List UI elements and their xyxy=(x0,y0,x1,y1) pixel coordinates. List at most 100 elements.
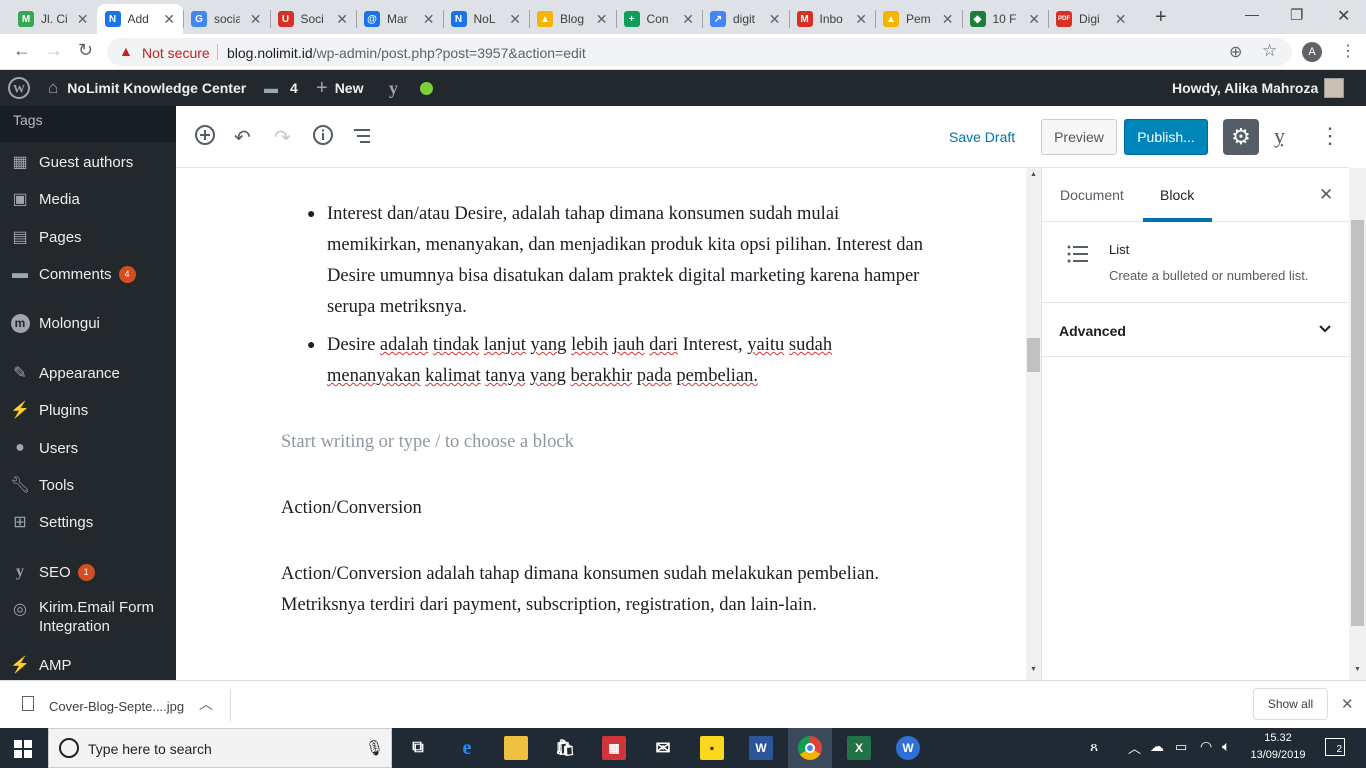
chevron-up-icon[interactable]: ︿ xyxy=(1128,738,1141,757)
sidebar-item-plugins[interactable]: ⚡ Plugins xyxy=(0,398,176,422)
taskbar-search-box[interactable]: Type here to search 🎙︎ xyxy=(48,728,392,768)
comments-link[interactable]: ▬ 4 xyxy=(264,70,298,106)
paragraph-block[interactable]: Action/Conversion adalah tahap dimana ko… xyxy=(281,559,931,621)
redo-icon[interactable]: ↷ xyxy=(274,125,291,150)
tab-close-icon[interactable]: ✕ xyxy=(77,11,89,28)
people-icon[interactable]: ጸ xyxy=(1090,738,1098,755)
scroll-up-icon[interactable]: ▲ xyxy=(1030,171,1037,178)
browser-tab[interactable]: Gsocia ✕ xyxy=(183,4,270,34)
close-icon[interactable]: ✕ xyxy=(1341,695,1354,713)
reload-icon[interactable]: ↻ xyxy=(78,40,93,61)
yoast-icon[interactable]: ỵ xyxy=(1274,123,1285,149)
browser-tab[interactable]: ↗ digit ✕ xyxy=(702,4,789,34)
sidebar-item-tags[interactable]: Tags xyxy=(0,110,176,130)
minimize-button[interactable]: — xyxy=(1245,6,1259,22)
scroll-down-icon[interactable]: ▼ xyxy=(1354,666,1361,673)
windows-start-icon[interactable] xyxy=(14,740,32,763)
sidebar-item-kirim-email[interactable]: ◎ Kirim.Email Form Integration xyxy=(0,598,176,640)
sidebar-item-seo[interactable]: y SEO 1 xyxy=(0,560,176,584)
tab-close-icon[interactable]: ✕ xyxy=(682,11,694,28)
chrome-icon[interactable] xyxy=(798,736,822,760)
new-content-link[interactable]: + New xyxy=(316,70,363,106)
gift-icon[interactable]: ▦ xyxy=(602,736,626,760)
site-name-link[interactable]: ⌂ NoLimit Knowledge Center xyxy=(48,70,246,106)
sidebar-item-guest-authors[interactable]: ▦ Guest authors xyxy=(0,150,176,174)
word-icon[interactable]: W xyxy=(749,736,773,760)
store-icon[interactable]: 🛍︎ xyxy=(553,736,577,760)
mail-icon[interactable]: ✉ xyxy=(651,736,675,760)
publish-button[interactable]: Publish... xyxy=(1124,119,1208,155)
sidebar-item-media[interactable]: ▣ Media xyxy=(0,187,176,211)
browser-tab[interactable]: U Soci ✕ xyxy=(270,4,357,34)
clock-date[interactable]: 13/09/2019 xyxy=(1248,749,1308,761)
tab-close-icon[interactable]: ✕ xyxy=(1028,11,1040,28)
wps-icon[interactable]: W xyxy=(896,736,920,760)
tab-close-icon[interactable]: ✕ xyxy=(769,11,781,28)
block-placeholder[interactable]: Start writing or type / to choose a bloc… xyxy=(281,427,574,458)
heading-block[interactable]: Action/Conversion xyxy=(281,493,422,524)
volume-icon[interactable]: 🔈︎ xyxy=(1222,738,1230,755)
tab-close-icon[interactable]: ✕ xyxy=(250,11,262,28)
tab-close-icon[interactable]: ✕ xyxy=(509,11,521,28)
close-window-button[interactable]: ✕ xyxy=(1337,6,1350,26)
close-icon[interactable]: ✕ xyxy=(1319,185,1333,205)
tab-close-icon[interactable]: ✕ xyxy=(855,11,867,28)
wordpress-logo-icon[interactable]: W xyxy=(8,70,30,106)
browser-tab[interactable]: N NoL ✕ xyxy=(443,4,530,34)
browser-tab[interactable]: @ Mar ✕ xyxy=(356,4,443,34)
warning-icon[interactable]: ▲ xyxy=(119,43,133,59)
star-bookmark-icon[interactable]: ☆ xyxy=(1262,41,1277,61)
wifi-icon[interactable]: ◠ xyxy=(1200,738,1212,755)
browser-tab[interactable]: M Inbo ✕ xyxy=(789,4,876,34)
tab-block[interactable]: Block xyxy=(1160,187,1194,203)
cloud-icon[interactable]: ☁ xyxy=(1150,738,1164,755)
profile-avatar[interactable]: A xyxy=(1302,42,1322,62)
clock-time[interactable]: 15.32 xyxy=(1250,732,1306,744)
sidebar-item-users[interactable]: ● Users xyxy=(0,436,176,460)
sidebar-item-amp[interactable]: ⚡ AMP xyxy=(0,653,176,677)
settings-gear-button[interactable]: ⚙ xyxy=(1223,119,1259,155)
browser-tab[interactable]: ▲ Blog ✕ xyxy=(529,4,616,34)
tab-close-icon[interactable]: ✕ xyxy=(423,11,435,28)
preview-button[interactable]: Preview xyxy=(1041,119,1117,155)
forward-arrow-icon[interactable]: → xyxy=(45,40,63,61)
download-filename[interactable]: Cover-Blog-Septe....jpg xyxy=(49,699,184,714)
browser-tab[interactable]: ◆ 10 F ✕ xyxy=(962,4,1049,34)
editor-content[interactable]: ● Interest dan/atau Desire, adalah tahap… xyxy=(176,168,1026,680)
undo-icon[interactable]: ↶ xyxy=(234,125,251,150)
editor-scrollbar[interactable]: ▲ ▼ xyxy=(1026,168,1041,680)
sidebar-item-settings[interactable]: ⊞ Settings xyxy=(0,510,176,534)
tab-close-icon[interactable]: ✕ xyxy=(1115,11,1127,28)
file-explorer-icon[interactable] xyxy=(504,736,528,760)
sticky-notes-icon[interactable]: ▪ xyxy=(700,736,724,760)
browser-menu-icon[interactable]: ⋮ xyxy=(1340,41,1356,61)
sidebar-item-molongui[interactable]: m Molongui xyxy=(0,311,176,335)
scroll-down-icon[interactable]: ▼ xyxy=(1030,666,1037,673)
more-options-icon[interactable]: ⋮ xyxy=(1319,123,1341,149)
tab-document[interactable]: Document xyxy=(1060,187,1124,203)
save-draft-button[interactable]: Save Draft xyxy=(949,129,1015,145)
browser-tab[interactable]: + Con ✕ xyxy=(616,4,703,34)
browser-tab[interactable]: ▲ Pem ✕ xyxy=(875,4,962,34)
chevron-up-icon[interactable]: ︿ xyxy=(199,694,213,714)
browser-tab[interactable]: M Jl. Ci ✕ xyxy=(10,4,97,34)
edge-icon[interactable]: e xyxy=(455,736,479,760)
excel-icon[interactable]: X xyxy=(847,736,871,760)
tab-close-icon[interactable]: ✕ xyxy=(336,11,348,28)
info-icon[interactable] xyxy=(312,124,334,152)
list-item[interactable]: Interest dan/atau Desire, adalah tahap d… xyxy=(327,199,927,323)
sidebar-item-tools[interactable]: 🔧︎ Tools xyxy=(0,473,176,497)
advanced-panel-toggle[interactable]: Advanced xyxy=(1042,303,1349,357)
browser-tab[interactable]: N Add ✕ xyxy=(96,4,183,34)
sidebar-item-appearance[interactable]: ✎ Appearance xyxy=(0,361,176,385)
show-all-button[interactable]: Show all xyxy=(1253,688,1328,720)
panel-scrollbar[interactable]: ▼ xyxy=(1349,168,1366,680)
sidebar-item-pages[interactable]: ▤ Pages xyxy=(0,225,176,249)
url-text[interactable]: blog.nolimit.id/wp-admin/post.php?post=3… xyxy=(227,45,586,61)
address-bar[interactable]: ▲ Not secure blog.nolimit.id/wp-admin/po… xyxy=(107,38,1292,66)
tab-close-icon[interactable]: ✕ xyxy=(942,11,954,28)
restore-button[interactable]: ❐ xyxy=(1290,6,1303,24)
back-arrow-icon[interactable]: ← xyxy=(13,40,31,61)
notifications-icon[interactable]: 2 xyxy=(1325,738,1345,756)
yoast-icon[interactable]: y xyxy=(389,70,398,106)
